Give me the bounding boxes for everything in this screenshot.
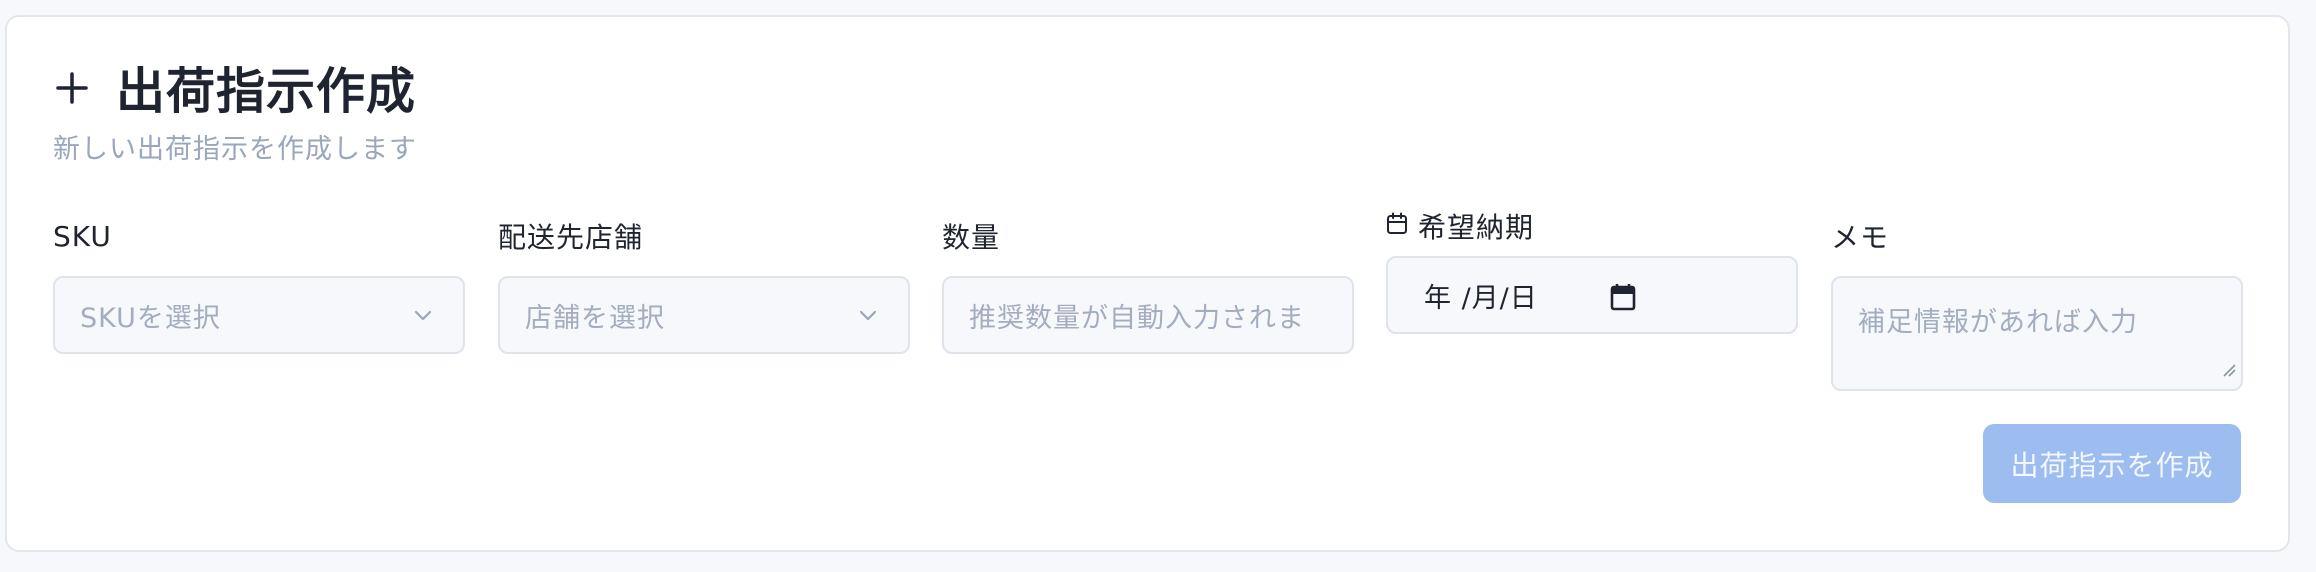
due-date-value: 年 /月/日 (1424, 282, 1538, 314)
plus-icon (50, 66, 94, 110)
page-header: 出荷指示作成 (50, 52, 416, 123)
calendar-icon (1386, 210, 1408, 243)
resize-handle-icon[interactable] (2221, 354, 2237, 385)
store-select-placeholder: 店舗を選択 (525, 302, 665, 334)
quantity-label: 数量 (942, 221, 1001, 254)
chevron-down-icon (411, 304, 435, 335)
due-date-label: 希望納期 (1418, 211, 1535, 244)
store-label: 配送先店舗 (498, 221, 644, 254)
sku-label: SKU (53, 219, 112, 253)
memo-label: メモ (1831, 221, 1890, 254)
memo-field: メモ (1831, 218, 1889, 254)
store-select[interactable]: 店舗を選択 (498, 276, 910, 354)
sku-field: SKU (53, 218, 112, 254)
quantity-field: 数量 (942, 218, 1000, 254)
sku-select-placeholder: SKUを選択 (80, 302, 221, 334)
create-shipment-button[interactable]: 出荷指示を作成 (1983, 424, 2241, 503)
page-subtitle: 新しい出荷指示を作成します (53, 134, 417, 165)
quantity-input[interactable]: 推奨数量が自動入力されま (942, 276, 1354, 354)
calendar-picker-icon[interactable] (1610, 283, 1636, 318)
quantity-input-placeholder: 推奨数量が自動入力されま (969, 302, 1305, 334)
chevron-down-icon (856, 304, 880, 335)
due-date-label-row: 希望納期 (1386, 208, 1534, 244)
page-title: 出荷指示作成 (116, 63, 417, 120)
sku-select[interactable]: SKUを選択 (53, 276, 465, 354)
memo-textarea[interactable]: 補足情報があれば入力 (1831, 276, 2243, 391)
memo-textarea-placeholder: 補足情報があれば入力 (1858, 307, 2138, 338)
due-date-field: 希望納期 (1386, 208, 1534, 244)
due-date-input[interactable]: 年 /月/日 (1386, 256, 1798, 334)
store-field: 配送先店舗 (498, 218, 643, 254)
